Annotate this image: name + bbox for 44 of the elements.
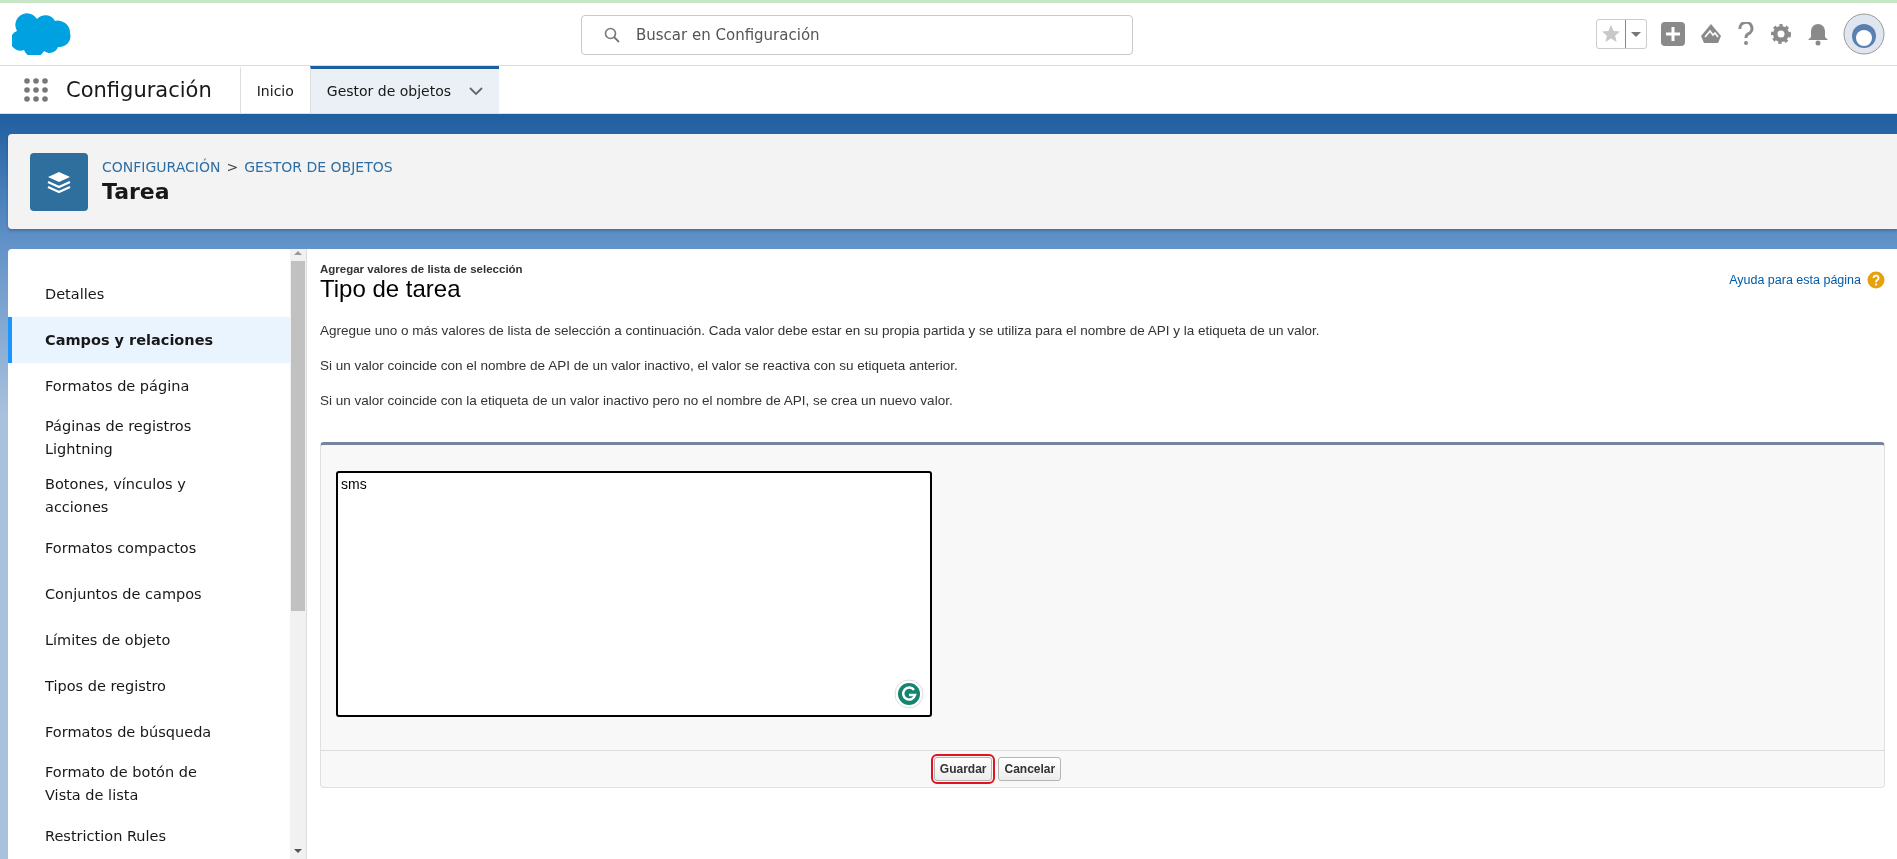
nav-tab[interactable]: Gestor de objetos [309,66,500,113]
help-icon[interactable] [1737,22,1755,46]
bell-icon[interactable] [1807,22,1829,46]
instruction-text: Si un valor coincide con el nombre de API de un valor inactivo, el valor se reactiva con su etiqueta anterior. [320,358,959,373]
instruction-text: Agregue uno o más valores de lista de selección a continuación. Cada valor debe estar en su propia partida y se utiliza para el nombre de API y la etiqueta de un valor. [320,323,1321,338]
plus-icon[interactable] [1661,22,1685,46]
sidebar-item[interactable]: Campos y relaciones [8,317,290,363]
grammar-assistant-icon[interactable] [894,679,924,709]
sidebar-item[interactable]: Formato de botón de Vista de lista [8,755,290,813]
favorites-button[interactable] [1596,19,1647,49]
breadcrumb-separator: > [226,159,239,175]
section-title: Tipo de tarea [320,275,462,303]
sidebar-item[interactable]: Formatos de búsqueda [8,709,290,755]
values-text-area[interactable]: sms [336,471,932,717]
scrollbar[interactable] [290,249,307,859]
chevron-down-icon[interactable] [469,86,484,96]
search-icon [604,27,620,43]
app-launcher-icon[interactable] [24,78,48,102]
layers-icon [30,152,88,211]
form-button[interactable]: Guardar [933,757,993,781]
sidebar-item[interactable]: Límites de objeto [8,617,290,663]
sidebar-item[interactable]: Restriction Rules [8,813,290,859]
app-name: Configuración [66,76,213,104]
sidebar-item[interactable]: Formatos de página [8,363,290,409]
sidebar-item[interactable]: Botones, vínculos y acciones [8,467,290,525]
instruction-text: Si un valor coincide con la etiqueta de un valor inactivo pero no el nombre de API, se crea un nuevo valor. [320,393,954,408]
breadcrumb-link[interactable]: GESTOR DE OBJETOS [244,159,393,175]
sidebar-item[interactable]: Detalles [8,271,290,317]
scroll-up-arrow-icon[interactable] [293,249,303,257]
breadcrumb-link[interactable]: CONFIGURACIÓN [102,159,221,175]
sidebar-item[interactable]: Formatos compactos [8,525,290,571]
page-subtitle: Agregar valores de lista de selección [320,263,523,275]
sidebar-item[interactable]: Conjuntos de campos [8,571,290,617]
page-title: Tarea [102,179,171,204]
sidebar-item[interactable]: Páginas de registros Lightning [8,409,290,467]
help-icon [1867,271,1885,289]
sidebar-item[interactable]: Tipos de registro [8,663,290,709]
cloud-logo[interactable] [12,13,72,55]
mountain-icon[interactable] [1699,22,1723,46]
scroll-down-arrow-icon[interactable] [293,847,303,855]
help-link[interactable]: Ayuda para esta página [1729,271,1885,289]
avatar-icon[interactable] [1843,13,1885,55]
settings-icon[interactable] [1769,22,1793,46]
form-button[interactable]: Cancelar [998,757,1062,781]
